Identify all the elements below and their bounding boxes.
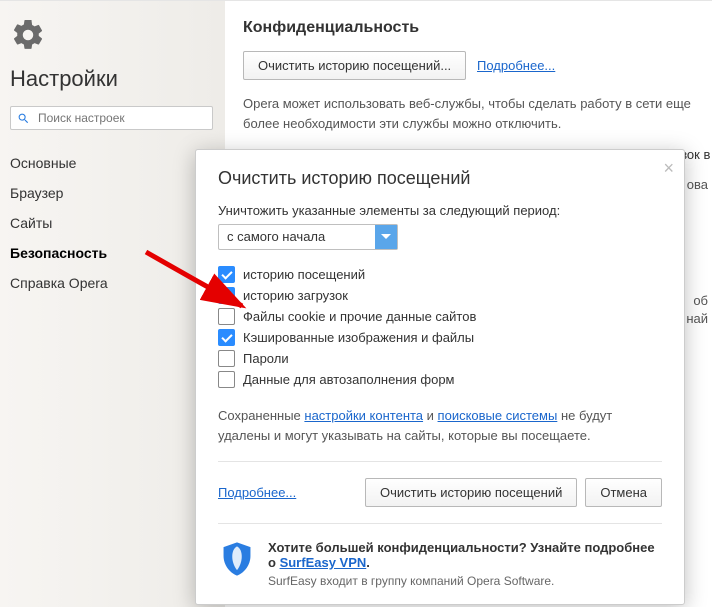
- dialog-footer: Подробнее... Очистить историю посещений …: [218, 478, 662, 507]
- sidebar-item-3[interactable]: Безопасность: [0, 238, 225, 268]
- search-input-container[interactable]: [10, 106, 213, 130]
- close-icon[interactable]: ×: [663, 158, 674, 179]
- promo-headline: Хотите большей конфиденциальности? Узнай…: [268, 540, 662, 570]
- promo-sub: SurfEasy входит в группу компаний Opera …: [268, 574, 662, 588]
- section-title: Конфиденциальность: [243, 19, 712, 37]
- checkbox-icon[interactable]: [218, 308, 235, 325]
- content-settings-link[interactable]: настройки контента: [304, 408, 423, 423]
- checkbox-icon[interactable]: [218, 329, 235, 346]
- option-label: Данные для автозаполнения форм: [243, 372, 455, 387]
- nav-list: ОсновныеБраузерСайтыБезопасностьСправка …: [0, 148, 225, 298]
- privacy-description: Opera может использовать веб-службы, что…: [243, 94, 712, 133]
- options-list: историю посещений историю загрузок Файлы c…: [218, 266, 662, 388]
- clear-history-dialog: × Очистить историю посещений Уничтожить …: [195, 149, 685, 605]
- clear-history-button[interactable]: Очистить историю посещений...: [243, 51, 466, 80]
- option-row-0[interactable]: историю посещений: [218, 266, 662, 283]
- note-text: и: [423, 408, 438, 423]
- period-label: Уничтожить указанные элементы за следующ…: [218, 203, 662, 218]
- option-label: историю загрузок: [243, 288, 348, 303]
- dialog-more-link[interactable]: Подробнее...: [218, 485, 296, 500]
- option-row-5[interactable]: Данные для автозаполнения форм: [218, 371, 662, 388]
- sidebar-item-0[interactable]: Основные: [0, 148, 225, 178]
- dialog-overlay: × Очистить историю посещений Уничтожить …: [195, 149, 712, 607]
- option-row-4[interactable]: Пароли: [218, 350, 662, 367]
- option-label: историю посещений: [243, 267, 365, 282]
- search-input[interactable]: [36, 110, 206, 126]
- checkbox-icon[interactable]: [218, 371, 235, 388]
- shield-icon: [218, 540, 256, 578]
- sidebar-item-4[interactable]: Справка Opera: [0, 268, 225, 298]
- option-row-3[interactable]: Кэшированные изображения и файлы: [218, 329, 662, 346]
- option-label: Пароли: [243, 351, 289, 366]
- option-label: Файлы cookie и прочие данные сайтов: [243, 309, 476, 324]
- dialog-note: Сохраненные настройки контента и поисков…: [218, 406, 662, 445]
- gear-icon: [10, 17, 225, 56]
- option-row-2[interactable]: Файлы cookie и прочие данные сайтов: [218, 308, 662, 325]
- dialog-title: Очистить историю посещений: [218, 168, 662, 189]
- period-value: с самого начала: [219, 225, 375, 249]
- search-engines-link[interactable]: поисковые системы: [438, 408, 558, 423]
- option-label: Кэшированные изображения и файлы: [243, 330, 474, 345]
- checkbox-icon[interactable]: [218, 287, 235, 304]
- app-window: Настройки ОсновныеБраузерСайтыБезопаснос…: [0, 0, 712, 607]
- vpn-promo: Хотите большей конфиденциальности? Узнай…: [218, 540, 662, 588]
- divider: [218, 523, 662, 524]
- search-icon: [17, 112, 30, 125]
- sidebar: Настройки ОсновныеБраузерСайтыБезопаснос…: [0, 1, 225, 607]
- option-row-1[interactable]: историю загрузок: [218, 287, 662, 304]
- sidebar-item-1[interactable]: Браузер: [0, 178, 225, 208]
- cancel-button[interactable]: Отмена: [585, 478, 662, 507]
- checkbox-icon[interactable]: [218, 350, 235, 367]
- period-select[interactable]: с самого начала: [218, 224, 398, 250]
- sidebar-item-2[interactable]: Сайты: [0, 208, 225, 238]
- divider: [218, 461, 662, 462]
- surfeasy-link[interactable]: SurfEasy VPN: [280, 555, 367, 570]
- note-text: Сохраненные: [218, 408, 304, 423]
- confirm-clear-button[interactable]: Очистить историю посещений: [365, 478, 577, 507]
- checkbox-icon[interactable]: [218, 266, 235, 283]
- chevron-down-icon[interactable]: [375, 225, 397, 249]
- page-title: Настройки: [10, 66, 225, 92]
- more-link[interactable]: Подробнее...: [477, 58, 555, 73]
